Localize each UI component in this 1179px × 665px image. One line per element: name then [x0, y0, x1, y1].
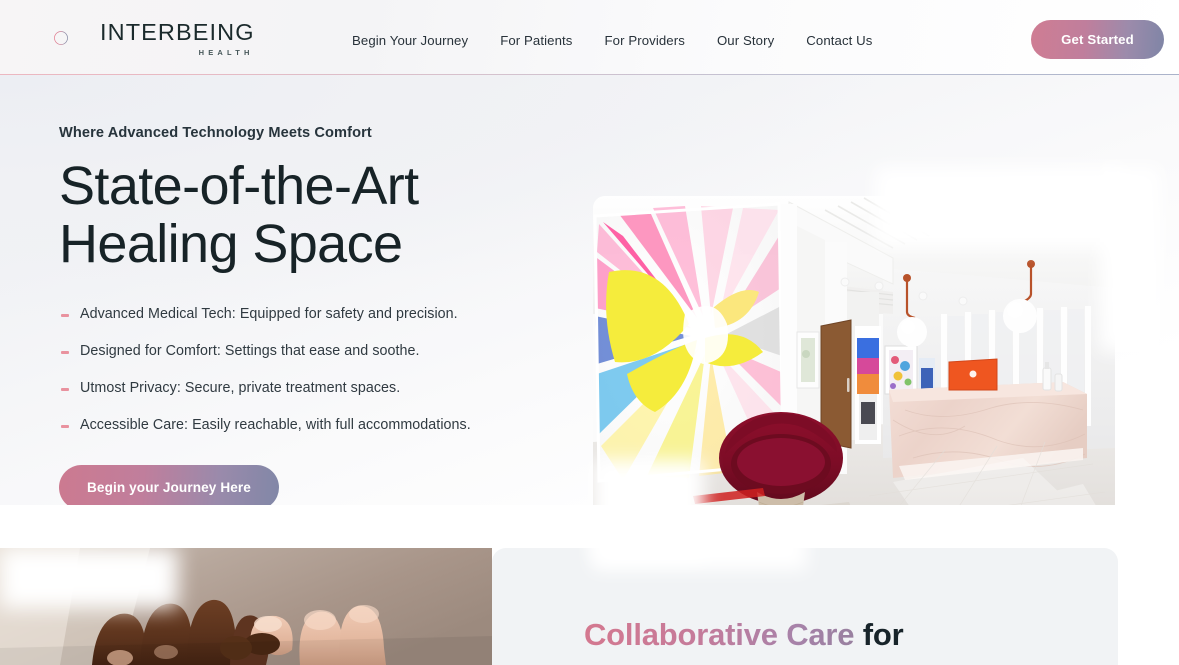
header-divider — [0, 74, 1179, 75]
dash-bullet-icon — [61, 351, 69, 354]
care-title-rest: for — [854, 617, 904, 652]
list-item: Accessible Care: Easily reachable, with … — [59, 416, 559, 435]
list-item-label: Designed for Comfort: Settings that ease… — [80, 343, 420, 359]
brand-name: INTERBEING — [100, 19, 255, 45]
clinic-lobby-image — [593, 196, 1115, 548]
nav-item-for-patients[interactable]: For Patients — [484, 31, 588, 50]
begin-journey-button[interactable]: Begin your Journey Here — [59, 465, 279, 510]
hero-feature-list: Advanced Medical Tech: Equipped for safe… — [59, 305, 559, 435]
get-started-button[interactable]: Get Started — [1031, 20, 1164, 59]
page-root: INTERBEING HEALTH Begin Your Journey For… — [0, 0, 1179, 665]
brand-wordmark: INTERBEING HEALTH — [100, 19, 255, 57]
hero-title-line-2: Healing Space — [59, 214, 403, 274]
dash-bullet-icon — [61, 314, 69, 317]
page-title: State-of-the-Art Healing Space — [59, 157, 559, 273]
hero-title-line-1: State-of-the-Art — [59, 156, 419, 216]
hero-section: Where Advanced Technology Meets Comfort … — [0, 75, 1179, 570]
list-item-label: Accessible Care: Easily reachable, with … — [80, 417, 471, 433]
dash-bullet-icon — [61, 425, 69, 428]
list-item: Designed for Comfort: Settings that ease… — [59, 342, 559, 361]
hero-content: Where Advanced Technology Meets Comfort … — [59, 123, 559, 510]
list-item: Utmost Privacy: Secure, private treatmen… — [59, 379, 559, 398]
care-title: Collaborative Care for Your Journey — [584, 613, 904, 665]
nav-item-for-providers[interactable]: For Providers — [588, 31, 700, 50]
hero-eyebrow: Where Advanced Technology Meets Comfort — [59, 125, 372, 141]
nav-item-contact-us[interactable]: Contact Us — [790, 31, 888, 50]
brand-tagline: HEALTH — [198, 48, 254, 57]
brand-logo[interactable]: INTERBEING HEALTH — [36, 13, 255, 63]
collaborative-care-section: Collaborative Care for Your Journey — [0, 505, 1179, 665]
list-item: Advanced Medical Tech: Equipped for safe… — [59, 305, 559, 324]
hands-image-fade-overlay — [0, 548, 178, 608]
nav-item-begin-your-journey[interactable]: Begin Your Journey — [352, 31, 484, 50]
care-title-highlight: Collaborative Care — [584, 617, 855, 652]
dash-bullet-icon — [61, 388, 69, 391]
primary-nav: Begin Your Journey For Patients For Prov… — [352, 31, 889, 50]
care-title-line-2: Your Journey — [584, 657, 903, 665]
sunburst-icon — [36, 13, 86, 63]
list-item-label: Utmost Privacy: Secure, private treatmen… — [80, 380, 401, 396]
nav-item-our-story[interactable]: Our Story — [701, 31, 790, 50]
site-header: INTERBEING HEALTH Begin Your Journey For… — [0, 0, 1179, 75]
list-item-label: Advanced Medical Tech: Equipped for safe… — [80, 306, 458, 322]
care-panel: Collaborative Care for Your Journey — [492, 548, 1118, 665]
